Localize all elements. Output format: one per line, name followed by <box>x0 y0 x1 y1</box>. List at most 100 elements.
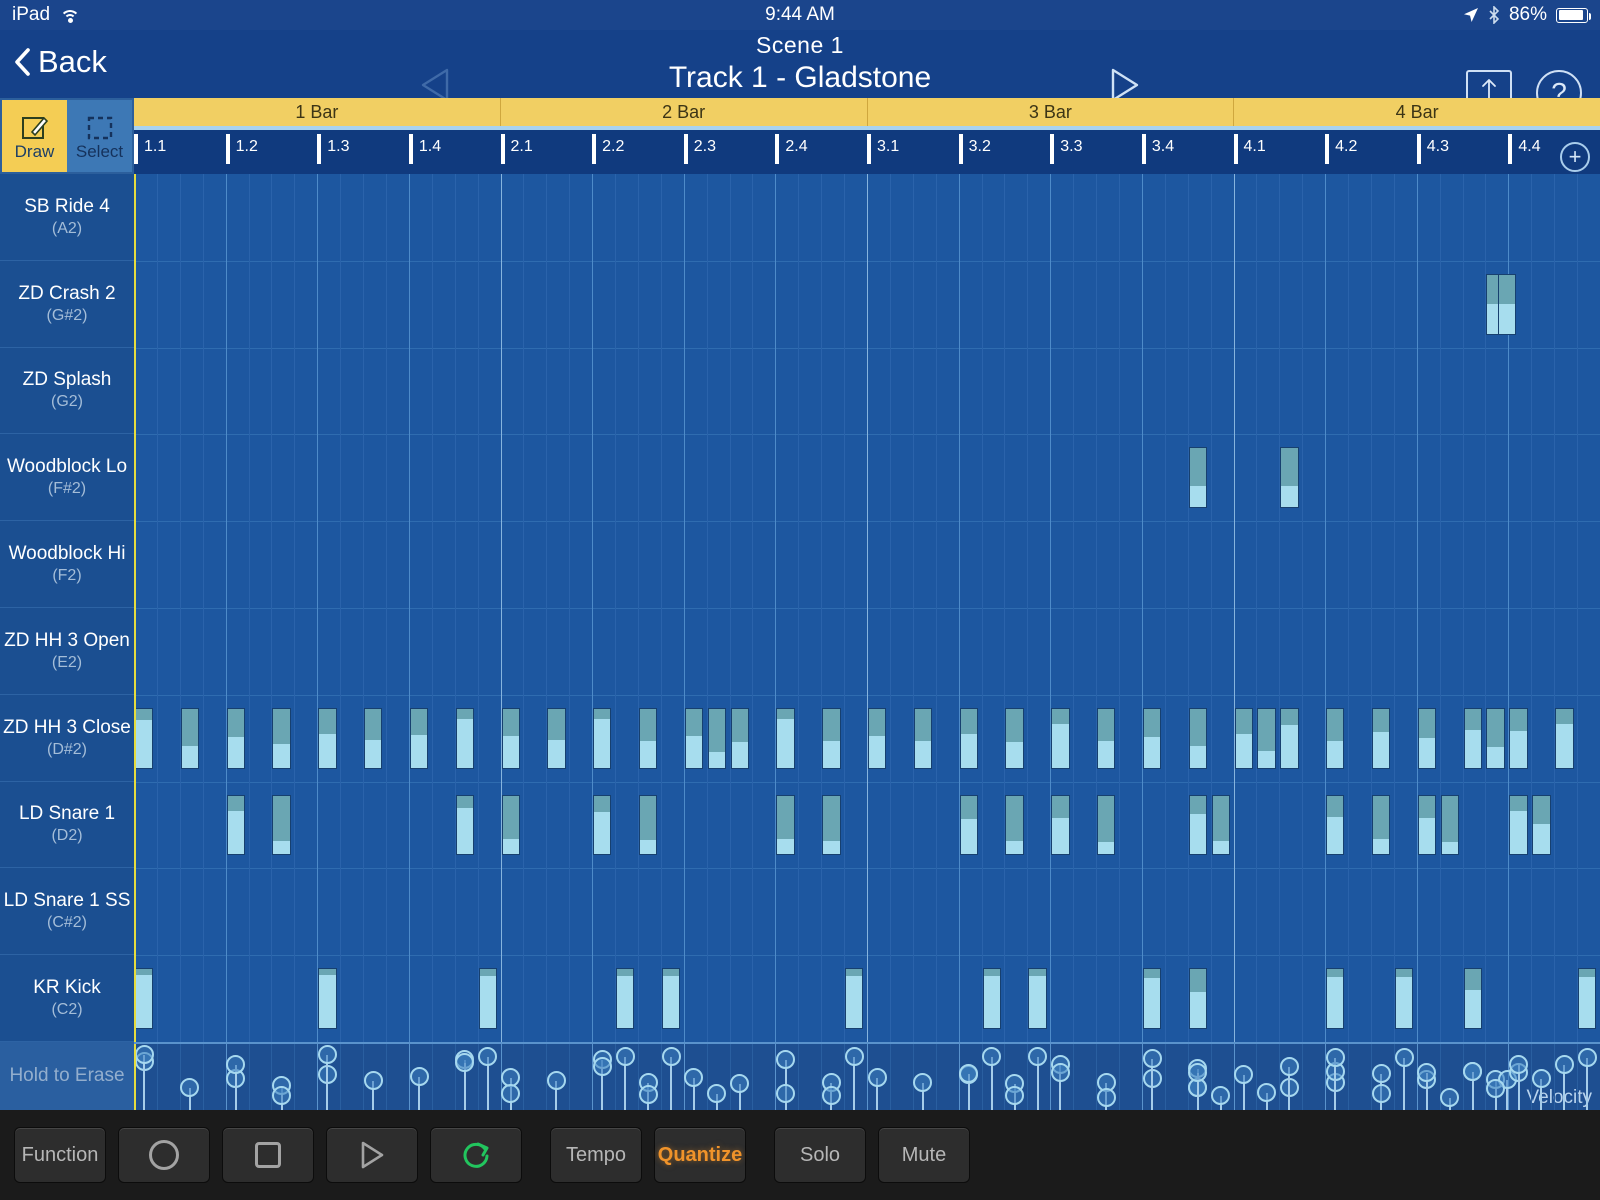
track-name-row[interactable]: LD Snare 1 (D2) <box>0 782 134 869</box>
note-block[interactable] <box>638 794 658 856</box>
note-grid[interactable] <box>134 174 1600 1042</box>
beat-tick[interactable]: 2.1 <box>500 134 533 164</box>
velocity-handle[interactable] <box>982 1046 1002 1066</box>
velocity-handle[interactable] <box>1394 1047 1414 1067</box>
note-block[interactable] <box>1371 794 1391 856</box>
select-tool-button[interactable]: Select <box>67 100 132 172</box>
note-block[interactable] <box>1051 707 1070 769</box>
note-block[interactable] <box>1463 707 1482 769</box>
note-block[interactable] <box>1497 273 1517 335</box>
note-block[interactable] <box>1326 968 1345 1029</box>
beat-tick[interactable]: 4.2 <box>1325 134 1357 164</box>
note-block[interactable] <box>913 707 933 769</box>
beat-tick[interactable]: 1.3 <box>317 134 350 164</box>
velocity-handle[interactable] <box>1325 1047 1345 1067</box>
velocity-handle[interactable] <box>1005 1086 1025 1106</box>
beat-tick[interactable]: 1.2 <box>225 134 258 164</box>
note-block[interactable] <box>455 707 474 769</box>
note-block[interactable] <box>455 794 474 856</box>
note-block[interactable] <box>822 707 841 769</box>
previous-scene-button[interactable] <box>420 68 450 102</box>
note-block[interactable] <box>1211 794 1230 856</box>
note-block[interactable] <box>1188 707 1207 769</box>
velocity-handle[interactable] <box>776 1050 796 1070</box>
velocity-handle[interactable] <box>592 1056 612 1076</box>
note-block[interactable] <box>959 707 978 769</box>
note-block[interactable] <box>730 707 749 769</box>
note-block[interactable] <box>1371 707 1391 769</box>
velocity-handle[interactable] <box>1279 1056 1299 1076</box>
note-block[interactable] <box>868 707 887 769</box>
play-button[interactable] <box>326 1127 418 1183</box>
bar-ruler-cell[interactable]: 1 Bar <box>134 98 501 126</box>
note-block[interactable] <box>707 707 726 769</box>
velocity-handle[interactable] <box>501 1083 521 1103</box>
velocity-handle[interactable] <box>1440 1087 1460 1107</box>
velocity-handle[interactable] <box>1234 1065 1254 1085</box>
note-block[interactable] <box>135 707 154 769</box>
velocity-handle[interactable] <box>844 1046 864 1066</box>
velocity-handle[interactable] <box>455 1052 475 1072</box>
note-block[interactable] <box>1051 794 1070 856</box>
velocity-handle[interactable] <box>1463 1061 1483 1081</box>
note-block[interactable] <box>1440 794 1459 856</box>
velocity-handle[interactable] <box>1142 1049 1162 1069</box>
note-block[interactable] <box>1578 968 1597 1029</box>
note-block[interactable] <box>226 794 245 856</box>
velocity-handle[interactable] <box>684 1067 704 1087</box>
velocity-handle[interactable] <box>1554 1055 1574 1075</box>
note-block[interactable] <box>364 707 383 769</box>
note-block[interactable] <box>661 968 681 1029</box>
velocity-handle[interactable] <box>913 1072 933 1092</box>
note-block[interactable] <box>1005 794 1024 856</box>
beat-tick[interactable]: 3.2 <box>958 134 991 164</box>
bar-ruler[interactable]: 1 Bar 2 Bar 3 Bar 4 Bar <box>134 98 1600 126</box>
beat-tick[interactable]: 3.3 <box>1050 134 1083 164</box>
note-block[interactable] <box>547 707 566 769</box>
note-block[interactable] <box>1097 794 1116 856</box>
velocity-handle[interactable] <box>1531 1069 1551 1088</box>
note-block[interactable] <box>1486 707 1505 769</box>
note-block[interactable] <box>1394 968 1414 1029</box>
add-bar-button[interactable]: + <box>1560 142 1590 172</box>
track-name-row[interactable]: SB Ride 4 (A2) <box>0 174 134 261</box>
bar-ruler-cell[interactable]: 3 Bar <box>867 98 1235 126</box>
velocity-handle[interactable] <box>1371 1064 1391 1084</box>
velocity-handle[interactable] <box>730 1073 750 1093</box>
velocity-handle[interactable] <box>1257 1082 1277 1102</box>
note-block[interactable] <box>1280 707 1299 769</box>
note-block[interactable] <box>272 707 291 769</box>
note-block[interactable] <box>501 794 520 856</box>
beat-tick[interactable]: 2.4 <box>775 134 808 164</box>
velocity-handle[interactable] <box>821 1086 841 1106</box>
note-block[interactable] <box>135 968 154 1029</box>
beat-tick[interactable]: 1.4 <box>408 134 441 164</box>
beat-tick[interactable]: 2.3 <box>683 134 716 164</box>
quantize-button[interactable]: Quantize <box>654 1127 746 1183</box>
record-button[interactable] <box>118 1127 210 1183</box>
note-block[interactable] <box>1028 968 1047 1029</box>
note-block[interactable] <box>409 707 429 769</box>
note-block[interactable] <box>1142 707 1162 769</box>
velocity-handle[interactable] <box>1096 1087 1116 1107</box>
note-block[interactable] <box>1005 707 1024 769</box>
track-name-row[interactable]: Woodblock Lo (F#2) <box>0 434 134 522</box>
velocity-handle[interactable] <box>1486 1078 1506 1098</box>
velocity-handle[interactable] <box>1188 1062 1208 1082</box>
velocity-handle[interactable] <box>478 1046 498 1066</box>
note-block[interactable] <box>776 794 795 856</box>
velocity-handle[interactable] <box>1050 1062 1070 1082</box>
note-block[interactable] <box>1188 968 1207 1029</box>
note-block[interactable] <box>593 707 612 769</box>
velocity-handle[interactable] <box>867 1067 887 1087</box>
note-block[interactable] <box>1188 794 1207 856</box>
beat-ruler[interactable]: + 1.1 1.2 1.3 1.4 2.1 2.2 2.3 2.4 3.1 3.2 3.3 3.4 4.… <box>134 126 1600 174</box>
stop-button[interactable] <box>222 1127 314 1183</box>
note-block[interactable] <box>593 794 612 856</box>
tempo-button[interactable]: Tempo <box>550 1127 642 1183</box>
track-name-row[interactable]: ZD Splash (G2) <box>0 348 134 435</box>
bar-ruler-cell[interactable]: 4 Bar <box>1234 98 1600 126</box>
beat-tick[interactable]: 4.1 <box>1233 134 1266 164</box>
note-block[interactable] <box>982 968 1001 1029</box>
track-name-column[interactable]: SB Ride 4 (A2) ZD Crash 2 (G#2) ZD Splash (G2… <box>0 174 134 1042</box>
